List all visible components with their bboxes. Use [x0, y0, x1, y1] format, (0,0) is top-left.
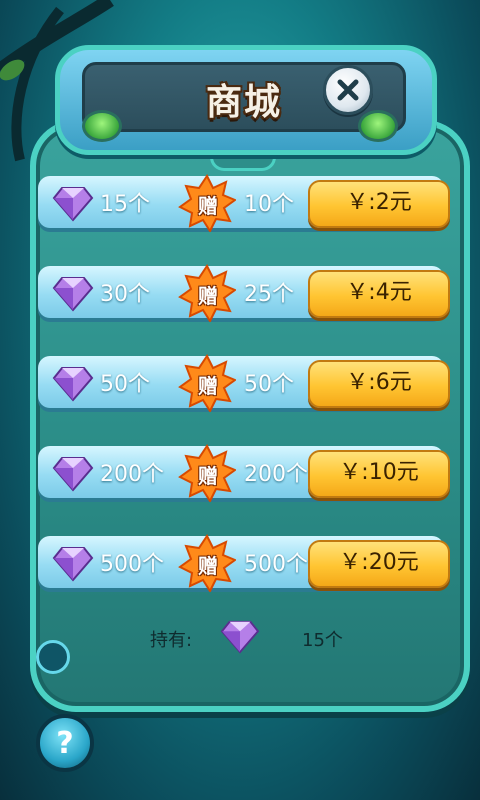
buy-button[interactable]: ￥:2元 — [308, 180, 450, 228]
help-button[interactable]: ? — [36, 714, 94, 772]
buy-button[interactable]: ￥:20元 — [308, 540, 450, 588]
diamond-icon — [52, 457, 94, 492]
bonus-label: 赠 — [198, 464, 218, 488]
holding-count: 15个 — [302, 630, 343, 651]
diamond-icon — [52, 367, 94, 402]
shop-item-row: 50个 赠 50个 ￥:6元 — [38, 354, 450, 412]
shop-item-row: 200个 赠 200个 ￥:10元 — [38, 444, 450, 502]
bonus-label: 赠 — [198, 374, 218, 398]
holding-summary: 持有: 15个 — [0, 620, 480, 654]
buy-button[interactable]: ￥:10元 — [308, 450, 450, 498]
right-gem-slot-icon — [358, 110, 398, 142]
gem-quantity: 15个 — [100, 192, 150, 217]
shop-item-row: 500个 赠 500个 ￥:20元 — [38, 534, 450, 592]
left-gem-slot-icon — [82, 110, 122, 142]
diamond-icon — [52, 547, 94, 582]
bonus-quantity: 25个 — [244, 282, 294, 307]
diamond-icon — [220, 620, 260, 654]
close-button[interactable] — [323, 65, 373, 115]
bonus-quantity: 10个 — [244, 192, 294, 217]
bonus-quantity: 200个 — [244, 462, 308, 487]
decorative-bubble-icon — [36, 640, 70, 674]
buy-button[interactable]: ￥:6元 — [308, 360, 450, 408]
shop-item-row: 15个 赠 10个 ￥:2元 — [38, 174, 450, 232]
bonus-label: 赠 — [198, 284, 218, 308]
diamond-icon — [52, 277, 94, 312]
bonus-quantity: 500个 — [244, 552, 308, 577]
gem-quantity: 50个 — [100, 372, 150, 397]
gem-quantity: 500个 — [100, 552, 164, 577]
help-icon: ? — [56, 725, 74, 761]
bonus-quantity: 50个 — [244, 372, 294, 397]
gem-quantity: 30个 — [100, 282, 150, 307]
holding-label: 持有: — [150, 630, 193, 651]
close-icon — [337, 79, 359, 101]
gem-quantity: 200个 — [100, 462, 164, 487]
bonus-label: 赠 — [198, 194, 218, 218]
bonus-label: 赠 — [198, 554, 218, 578]
diamond-icon — [52, 187, 94, 222]
buy-button[interactable]: ￥:4元 — [308, 270, 450, 318]
shop-item-row: 30个 赠 25个 ￥:4元 — [38, 264, 450, 322]
